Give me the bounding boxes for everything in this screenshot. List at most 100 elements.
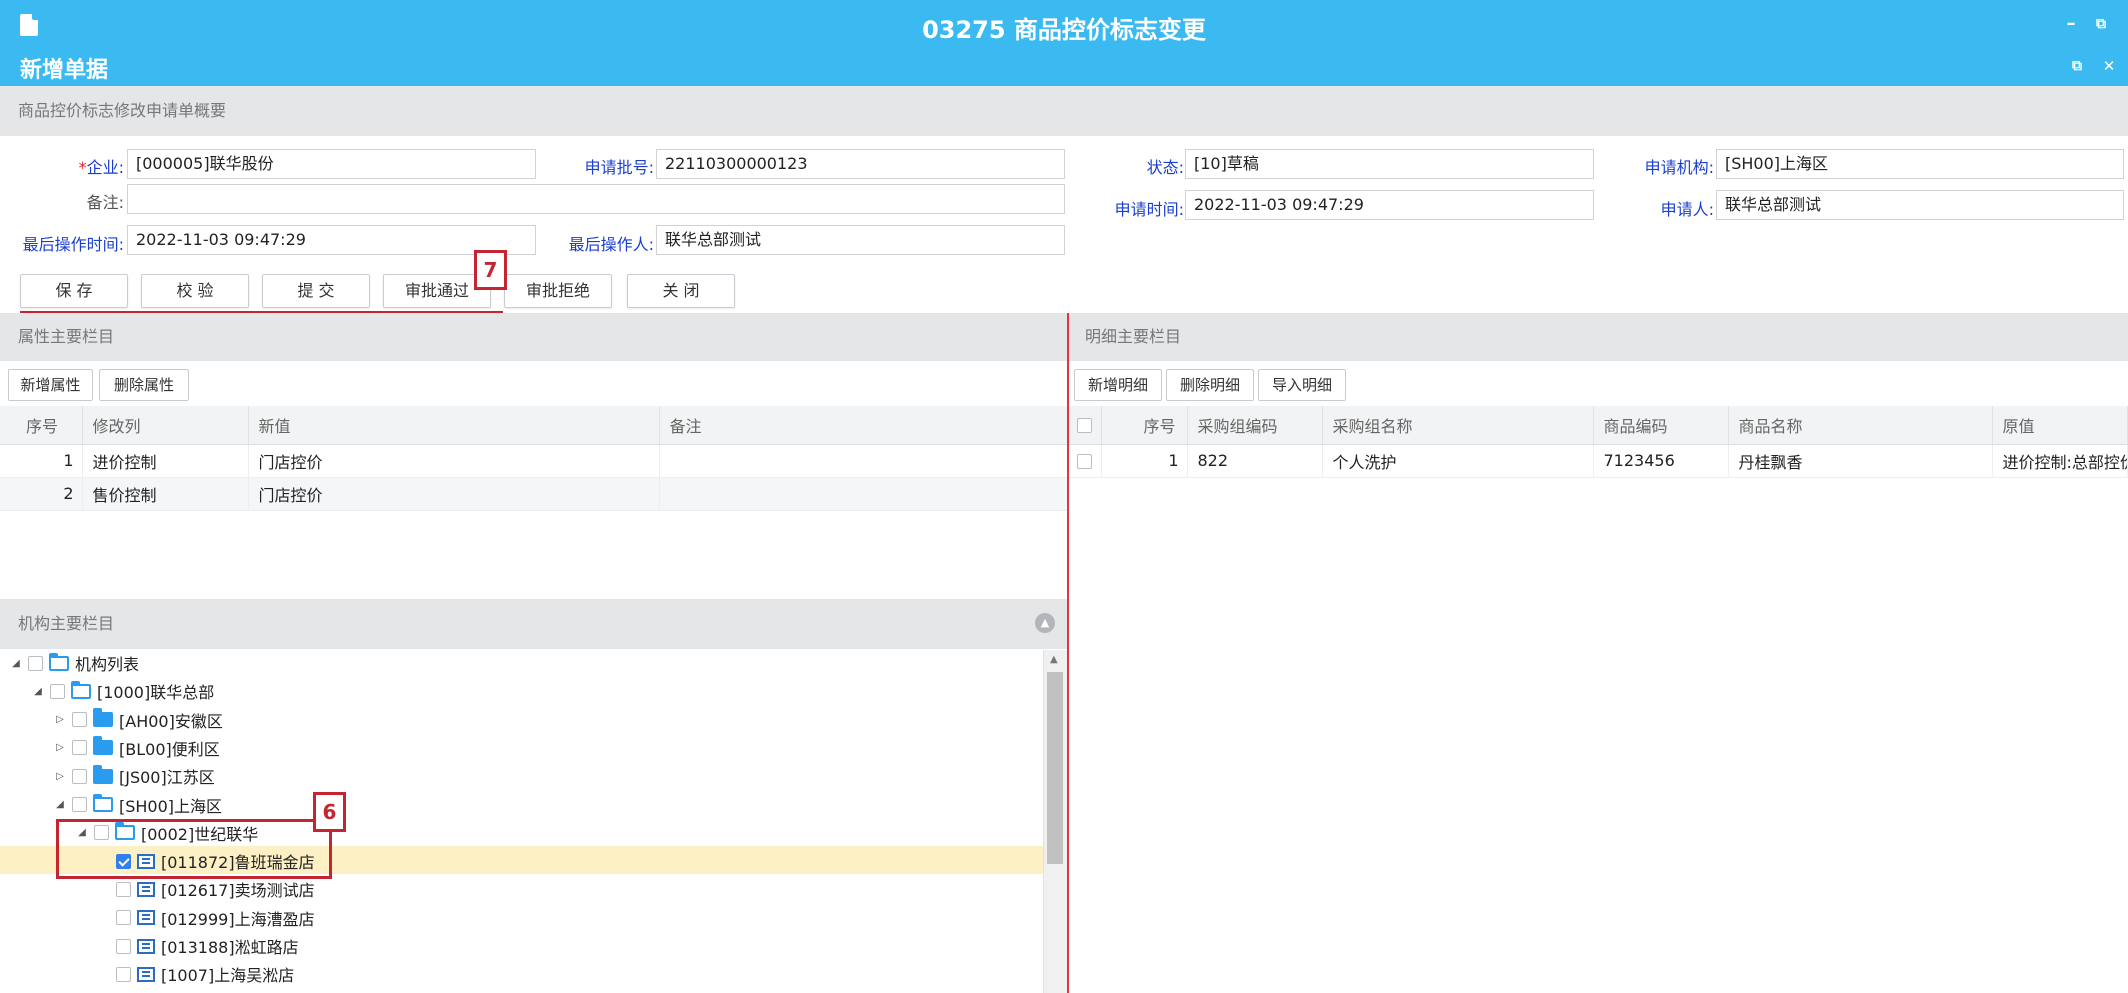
tree-node[interactable]: [012617]卖场测试店	[98, 875, 315, 903]
select-all-checkbox[interactable]	[1077, 418, 1092, 434]
validate-button[interactable]: 校 验	[141, 274, 249, 308]
apply-org-field[interactable]: [SH00]上海区	[1716, 149, 2124, 179]
tree-scrollbar[interactable]: ▲	[1043, 650, 1067, 993]
add-attribute-button[interactable]: 新增属性	[8, 369, 93, 401]
row-checkbox-cell[interactable]	[1069, 444, 1102, 478]
org-label: 申请机构:	[1644, 158, 1714, 177]
enterprise-field[interactable]: [000005]联华股份	[127, 149, 536, 179]
tree-node-label[interactable]: [013188]淞虹路店	[161, 934, 299, 958]
tree-node-checkbox[interactable]	[116, 881, 131, 897]
last-operator-field[interactable]: 联华总部测试	[656, 225, 1065, 255]
col-header-no[interactable]: 序号	[1101, 406, 1188, 445]
col-header-remark[interactable]: 备注	[659, 406, 1068, 445]
add-detail-button[interactable]: 新增明细	[1074, 369, 1162, 401]
tree-node[interactable]: ◢ [1000]联华总部	[32, 677, 214, 705]
tree-node-checkbox[interactable]	[116, 910, 131, 926]
tree-node[interactable]: ◢ [SH00]上海区	[54, 791, 222, 819]
table-row[interactable]: 1 进价控制 门店控价	[0, 444, 1068, 478]
save-button[interactable]: 保 存	[20, 274, 128, 308]
row-checkbox[interactable]	[1077, 454, 1092, 469]
scroll-up-icon[interactable]: ▲	[1050, 654, 1058, 665]
applicant-field[interactable]: 联华总部测试	[1716, 190, 2124, 220]
col-header-no[interactable]: 序号	[0, 406, 83, 445]
tree-node-checkbox[interactable]	[116, 938, 131, 954]
col-header-new-value[interactable]: 新值	[248, 406, 660, 445]
tree-node-label[interactable]: [012617]卖场测试店	[161, 877, 315, 901]
tree-node-label[interactable]: [SH00]上海区	[119, 793, 222, 817]
row-group-code: 822	[1187, 444, 1323, 478]
tree-node-checkbox[interactable]	[72, 797, 87, 812]
tree-node-label[interactable]: [AH00]安徽区	[119, 708, 223, 732]
delete-detail-button[interactable]: 删除明细	[1166, 369, 1254, 401]
details-section-header: 明细主要栏目	[1069, 313, 2128, 361]
row-new-value: 门店控价	[248, 444, 660, 478]
batch-label: 申请批号:	[584, 158, 654, 177]
tree-node-label[interactable]: [JS00]江苏区	[119, 764, 215, 788]
page-title: 新增单据	[20, 58, 109, 83]
restore-icon[interactable]: ⧉	[2090, 14, 2112, 34]
apply-time-field[interactable]: 2022-11-03 09:47:29	[1185, 190, 1594, 220]
col-header-product-name[interactable]: 商品名称	[1728, 406, 1993, 445]
collapsed-arrow-icon[interactable]: ▷	[54, 742, 66, 753]
col-header-sku[interactable]: 商品编码	[1593, 406, 1729, 445]
tree-node[interactable]: [1007]上海吴淞店	[98, 960, 294, 988]
tree-node-checkbox[interactable]	[72, 768, 87, 784]
collapse-icon[interactable]: ▲	[1035, 613, 1055, 633]
remark-field[interactable]	[127, 184, 1065, 214]
enterprise-label: *企业:	[40, 154, 124, 178]
tree-node-label[interactable]: 机构列表	[75, 651, 139, 675]
tree-node[interactable]: ▷ [BL00]便利区	[54, 734, 220, 762]
tree-node-checkbox[interactable]	[116, 966, 131, 982]
submit-button[interactable]: 提 交	[262, 274, 370, 308]
tree-node-checkbox[interactable]	[72, 740, 87, 756]
batch-number-field[interactable]: 22110300000123	[656, 149, 1065, 179]
table-row[interactable]: 2 售价控制 门店控价	[0, 477, 1068, 511]
minimize-icon[interactable]: –	[2060, 14, 2082, 34]
scroll-thumb[interactable]	[1047, 672, 1063, 864]
window-titlebar: 03275 商品控价标志变更 新增单据 – ⧉ ⧉ ✕	[0, 0, 2128, 86]
table-row[interactable]: 1 822 个人洗护 7123456 丹桂飘香 进价控制:总部控价，售	[1069, 444, 2128, 478]
tree-node[interactable]: ◢ 机构列表	[10, 649, 139, 677]
tree-node-checkbox[interactable]	[72, 712, 87, 728]
row-group-name: 个人洗护	[1322, 444, 1594, 478]
col-header-original-value[interactable]: 原值	[1992, 406, 2128, 445]
collapsed-arrow-icon[interactable]: ▷	[54, 714, 66, 725]
tree-node-label[interactable]: [012999]上海漕盈店	[161, 906, 315, 930]
tree-node-label[interactable]: [1007]上海吴淞店	[161, 962, 294, 986]
folder-icon	[93, 736, 113, 756]
col-header-group-code[interactable]: 采购组编码	[1187, 406, 1323, 445]
tree-node-checkbox[interactable]	[50, 683, 65, 699]
tree-node-label[interactable]: [1000]联华总部	[97, 679, 214, 703]
tree-node-label[interactable]: [BL00]便利区	[119, 736, 220, 760]
expanded-arrow-icon[interactable]: ◢	[54, 799, 66, 810]
tree-node[interactable]: [012999]上海漕盈店	[98, 904, 315, 932]
tree-node-checkbox[interactable]	[28, 655, 43, 671]
close-icon[interactable]: ✕	[2098, 56, 2120, 76]
tree-node[interactable]: ▷ [AH00]安徽区	[54, 706, 223, 734]
close-button[interactable]: 关 闭	[627, 274, 735, 308]
import-detail-button[interactable]: 导入明细	[1258, 369, 1346, 401]
collapsed-arrow-icon[interactable]: ▷	[54, 771, 66, 782]
window-title: 03275 商品控价标志变更	[922, 16, 1206, 44]
attributes-header-label: 属性主要栏目	[18, 327, 115, 346]
annotation-badge-7: 7	[474, 250, 507, 290]
expanded-arrow-icon[interactable]: ◢	[10, 658, 22, 669]
table-header-row: 序号 采购组编码 采购组名称 商品编码 商品名称 原值	[1069, 406, 2128, 445]
expanded-arrow-icon[interactable]: ◢	[32, 686, 44, 697]
reject-button[interactable]: 审批拒绝	[504, 274, 612, 308]
inner-restore-icon[interactable]: ⧉	[2066, 56, 2088, 76]
attributes-section-header: 属性主要栏目	[0, 313, 1068, 361]
applicant-label: 申请人:	[1660, 200, 1714, 219]
select-all-checkbox-cell[interactable]	[1069, 406, 1102, 445]
folder-icon	[93, 764, 113, 784]
tree-node[interactable]: [013188]淞虹路店	[98, 932, 299, 960]
status-field[interactable]: [10]草稿	[1185, 149, 1594, 179]
col-header-column[interactable]: 修改列	[82, 406, 249, 445]
tree-node[interactable]: ▷ [JS00]江苏区	[54, 762, 215, 790]
summary-header-label: 商品控价标志修改申请单概要	[18, 101, 227, 120]
delete-attribute-button[interactable]: 删除属性	[99, 369, 189, 401]
details-table: 序号 采购组编码 采购组名称 商品编码 商品名称 原值 1 822 个人洗护 7…	[1069, 406, 2128, 478]
required-mark: *	[78, 158, 87, 177]
status-label: 状态:	[1146, 158, 1184, 177]
col-header-group-name[interactable]: 采购组名称	[1322, 406, 1594, 445]
